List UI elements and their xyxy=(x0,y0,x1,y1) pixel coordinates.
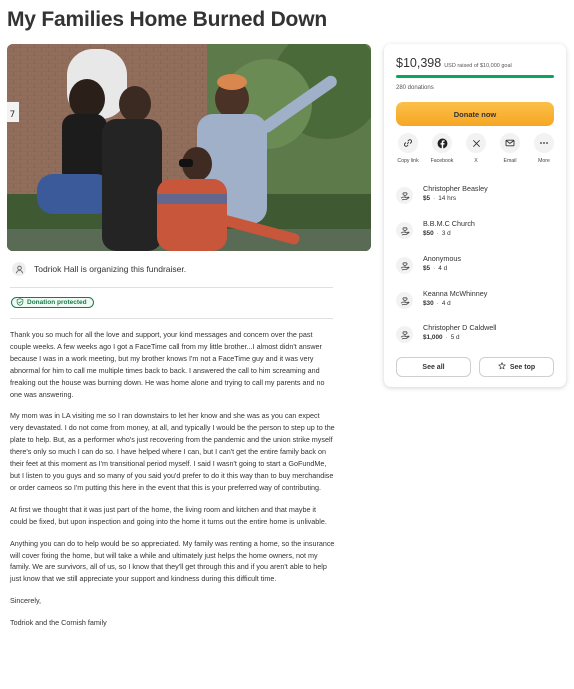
raised-goal-text: USD raised of $10,000 goal xyxy=(444,63,512,69)
donor-item: Christopher Beasley $5 · 14 hrs xyxy=(396,184,488,204)
donation-heart-hand-icon xyxy=(396,257,413,274)
donor-item: Christopher D Caldwell $1,000 · 5 d xyxy=(396,323,497,343)
divider xyxy=(10,318,333,319)
donor-name: Christopher Beasley xyxy=(423,184,488,193)
donor-time: 14 hrs xyxy=(438,195,457,202)
see-all-label: See all xyxy=(422,363,445,371)
share-copy-link[interactable]: Copy link xyxy=(396,133,420,165)
user-avatar-icon xyxy=(12,262,26,276)
share-x[interactable]: X xyxy=(464,133,488,165)
raised-amount: $10,398 xyxy=(396,56,442,70)
donor-amount: $50 xyxy=(423,230,434,237)
organizer-text: Todriok Hall is organizing this fundrais… xyxy=(34,264,187,274)
donation-card: $10,398 USD raised of $10,000 goal 280 d… xyxy=(384,44,566,387)
divider xyxy=(10,287,333,288)
story-paragraph: My mom was in LA visiting me so I ran do… xyxy=(10,411,335,492)
donor-name: Anonymous xyxy=(423,254,461,263)
campaign-photo: 7 xyxy=(7,44,371,251)
shield-check-icon xyxy=(16,297,24,308)
link-icon[interactable] xyxy=(398,133,418,153)
donor-item: Keanna McWhinney $30 · 4 d xyxy=(396,289,487,309)
share-label: Copy link xyxy=(397,158,419,164)
share-facebook[interactable]: Facebook xyxy=(430,133,454,165)
share-more[interactable]: More xyxy=(532,133,556,165)
page-title: My Families Home Burned Down xyxy=(7,8,327,31)
badge-label: Donation protected xyxy=(27,299,87,306)
x-icon[interactable] xyxy=(466,133,486,153)
donor-item: B.B.M.C Church $50 · 3 d xyxy=(396,219,475,239)
donation-heart-hand-icon xyxy=(396,222,413,239)
organizer-row: Todriok Hall is organizing this fundrais… xyxy=(12,262,186,276)
donor-name: Christopher D Caldwell xyxy=(423,323,497,332)
story-text: Thank you so much for all the love and s… xyxy=(10,329,335,639)
share-email[interactable]: Email xyxy=(498,133,522,165)
story-paragraph: Sincerely, xyxy=(10,596,42,606)
donations-count: 280 donations xyxy=(396,85,434,91)
progress-bar xyxy=(396,75,554,78)
donor-name: Keanna McWhinney xyxy=(423,289,488,298)
donor-amount: $5 xyxy=(423,265,431,272)
see-top-button[interactable]: See top xyxy=(479,357,554,377)
email-icon[interactable] xyxy=(500,133,520,153)
donate-now-button[interactable]: Donate now xyxy=(396,102,554,126)
donation-protected-badge[interactable]: Donation protected xyxy=(11,297,94,308)
donor-amount: $5 xyxy=(423,195,431,202)
share-label: X xyxy=(474,158,478,164)
see-all-button[interactable]: See all xyxy=(396,357,471,377)
donor-time: 3 d xyxy=(441,230,451,237)
donation-heart-hand-icon xyxy=(396,292,413,309)
donor-time: 5 d xyxy=(450,334,460,341)
share-label: Email xyxy=(503,158,517,164)
share-row: Copy link Facebook X Email More xyxy=(396,133,556,165)
progress-bar-fill xyxy=(396,75,554,78)
star-icon xyxy=(497,361,506,372)
donor-time: 4 d xyxy=(441,300,451,307)
donor-amount: $1,000 xyxy=(423,334,443,341)
story-paragraph: Thank you so much for all the love and s… xyxy=(10,330,325,399)
donor-amount: $30 xyxy=(423,300,434,307)
share-label: Facebook xyxy=(430,158,454,164)
family-photo-illustration: 7 xyxy=(7,44,371,251)
donor-time: 4 d xyxy=(438,265,448,272)
story-paragraph: Todriok and the Cornish family xyxy=(10,618,107,628)
more-icon[interactable] xyxy=(534,133,554,153)
share-label: More xyxy=(538,158,550,164)
story-paragraph: Anything you can do to help would be so … xyxy=(10,538,335,584)
donor-name: B.B.M.C Church xyxy=(423,219,475,228)
raised-summary: $10,398 USD raised of $10,000 goal xyxy=(396,56,512,70)
donation-heart-hand-icon xyxy=(396,187,413,204)
svg-text:7: 7 xyxy=(10,110,16,120)
donation-heart-hand-icon xyxy=(396,326,413,343)
donor-item: Anonymous $5 · 4 d xyxy=(396,254,461,274)
story-paragraph: At first we thought that it was just par… xyxy=(10,504,327,526)
see-top-label: See top xyxy=(509,363,536,371)
facebook-icon[interactable] xyxy=(432,133,452,153)
